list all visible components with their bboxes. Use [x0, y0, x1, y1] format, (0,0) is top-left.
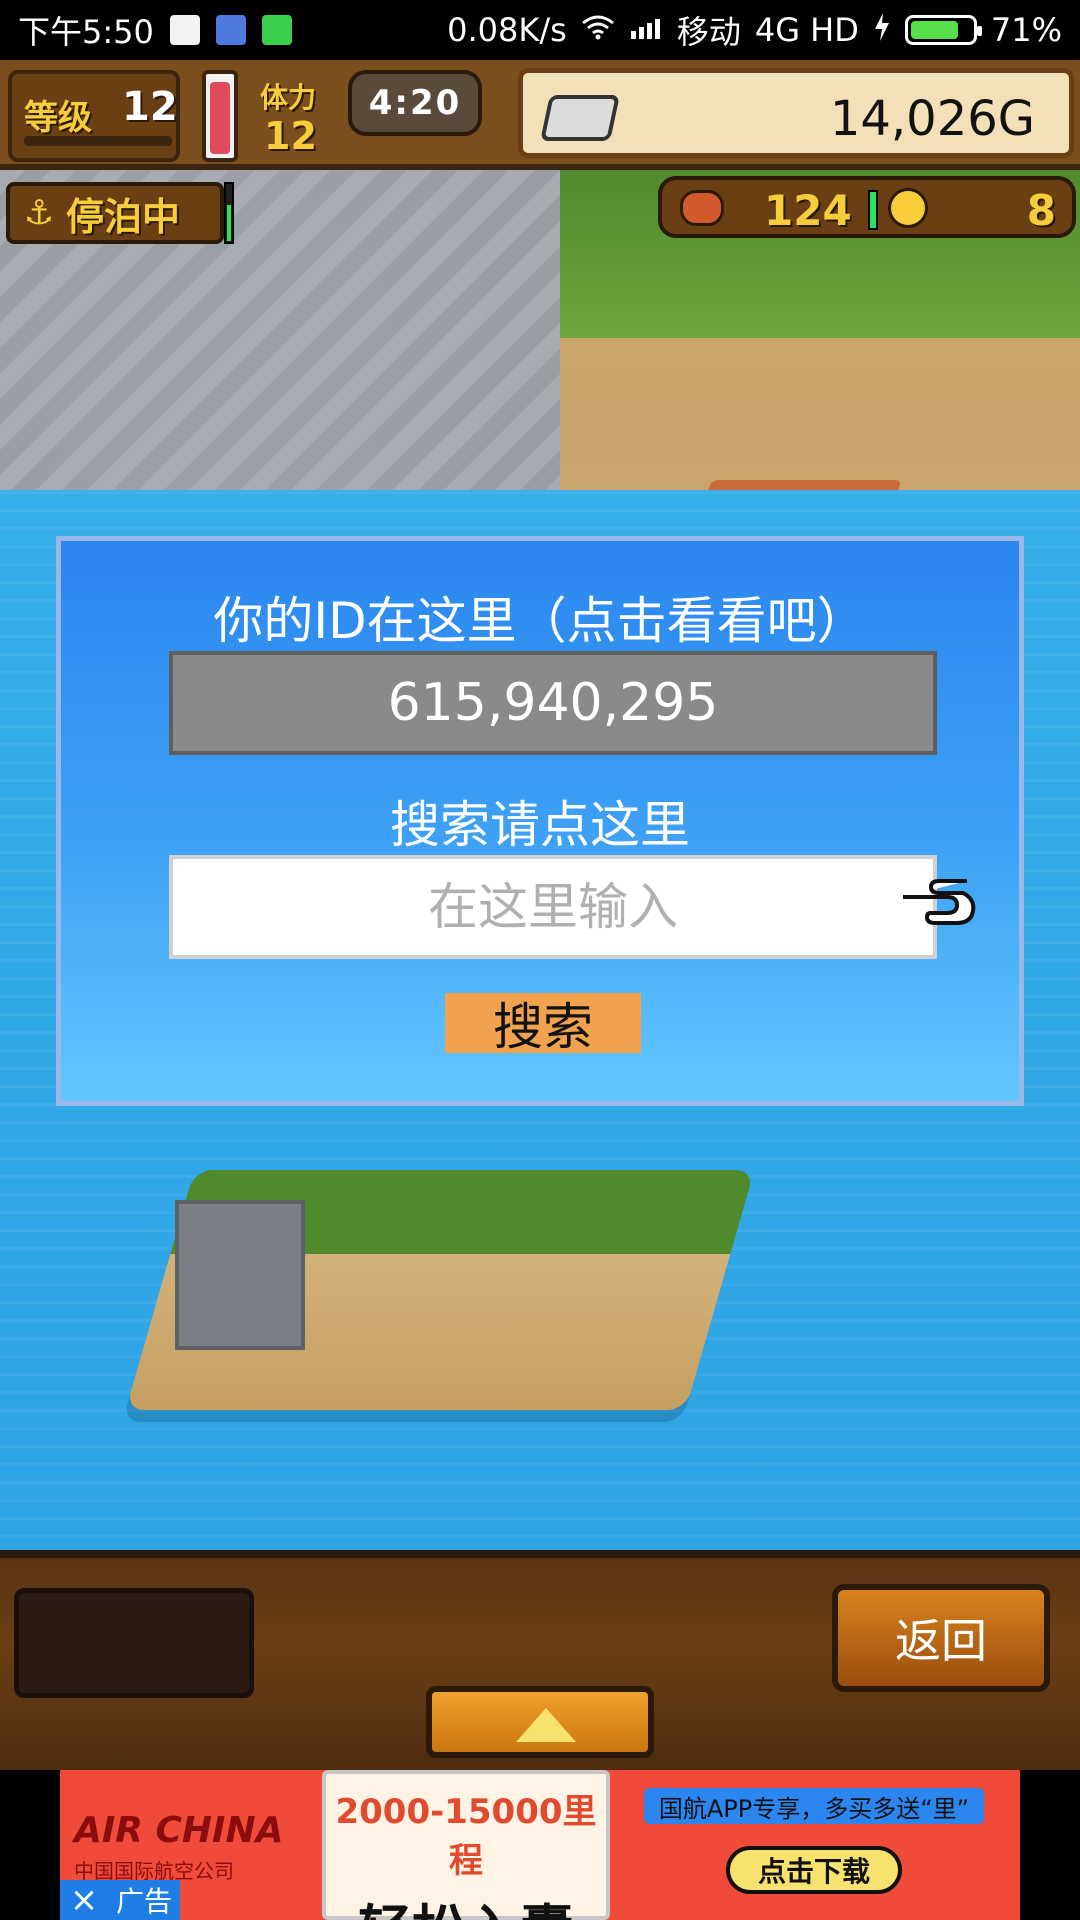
meat-icon	[680, 190, 724, 226]
stamina-value: 12	[264, 114, 317, 158]
search-button[interactable]: 搜索	[445, 993, 641, 1056]
ad-brand-en: AIR CHINA	[74, 1810, 284, 1851]
level-label: 等级	[24, 98, 92, 138]
battery-percent: 71%	[990, 11, 1062, 49]
level-value: 12	[122, 84, 178, 130]
status-left: 下午5:50	[18, 7, 292, 53]
ad-right: 国航APP专享，多买多送“里” 点击下载	[644, 1788, 984, 1908]
empty-slot	[14, 1588, 254, 1698]
ad-tagline: 国航APP专享，多买多送“里”	[644, 1788, 984, 1824]
status-right: 0.08K/s 移动 4G HD 71%	[447, 7, 1062, 53]
app-notification-icon	[169, 15, 200, 45]
level-progress-bar	[24, 136, 172, 146]
charging-icon	[873, 11, 891, 49]
resource-separator	[868, 190, 878, 230]
resource-panel: 124 8	[658, 176, 1076, 238]
screen: 下午5:50 0.08K/s 移动 4G HD 71% 等级 12 体力 12 …	[0, 0, 1080, 1920]
silver-ingot-icon	[540, 95, 620, 141]
status-mini-bar	[224, 182, 234, 244]
id-search-dialog: 你的ID在这里（点击看看吧） 615,940,295 搜索请点这里 搜索	[56, 536, 1024, 1106]
network-speed: 0.08K/s	[447, 11, 567, 49]
ad-download-button[interactable]: 点击下载	[726, 1846, 902, 1894]
search-input[interactable]	[169, 855, 937, 959]
stamina-label: 体力	[260, 81, 317, 114]
ad-banner[interactable]: AIR CHINA 中国国际航空公司 2000-15000里程 轻松入囊 国航A…	[0, 1770, 1080, 1920]
gold-value: 14,026G	[829, 91, 1035, 147]
ad-offer-card: 2000-15000里程 轻松入囊	[322, 1770, 610, 1920]
wifi-icon	[581, 11, 615, 49]
stamina-gauge	[202, 70, 238, 162]
my-id-box[interactable]: 615,940,295	[169, 651, 937, 755]
status-mini-fill	[227, 205, 231, 241]
port-tower	[175, 1200, 305, 1350]
signal-icon	[629, 11, 663, 49]
back-button[interactable]: 返回	[832, 1584, 1050, 1692]
stamina-fill	[210, 82, 230, 154]
anchor-icon: ⚓	[23, 193, 55, 233]
status-bar: 下午5:50 0.08K/s 移动 4G HD 71%	[0, 0, 1080, 60]
expand-up-button[interactable]	[426, 1686, 654, 1758]
gold-panel: 14,026G	[518, 68, 1074, 158]
carrier-name: 移动	[676, 13, 741, 51]
ad-close-button[interactable]: ×	[60, 1880, 108, 1920]
battery-icon	[904, 15, 982, 45]
level-panel: 等级 12	[8, 70, 180, 162]
food-count: 124	[764, 186, 852, 235]
dialog-title: 你的ID在这里（点击看看吧）	[213, 592, 867, 650]
up-arrow-icon	[516, 1708, 576, 1742]
network-type: 4G HD	[754, 11, 859, 49]
hand-pointer-icon	[901, 877, 977, 927]
top-hud: 等级 12 体力 12 4:20 14,026G	[0, 60, 1080, 170]
ad-content[interactable]: AIR CHINA 中国国际航空公司 2000-15000里程 轻松入囊 国航A…	[60, 1770, 1020, 1920]
anchored-status: ⚓ 停泊中	[6, 182, 224, 244]
status-time: 下午5:50	[18, 13, 154, 51]
coin-icon	[888, 188, 928, 228]
timer: 4:20	[348, 70, 482, 136]
bottom-bar: 返回	[0, 1550, 1080, 1770]
ad-label: 广告	[108, 1880, 180, 1920]
ad-headline-main: 轻松入囊	[326, 1886, 606, 1920]
ad-headline-top: 2000-15000里程	[335, 1792, 597, 1881]
search-label: 搜索请点这里	[390, 796, 690, 854]
battery-fill	[910, 21, 958, 39]
coin-count: 8	[1026, 186, 1056, 235]
app-notification-icon	[215, 15, 246, 45]
battery-app-icon	[261, 15, 292, 45]
anchored-text: 停泊中	[66, 194, 181, 239]
